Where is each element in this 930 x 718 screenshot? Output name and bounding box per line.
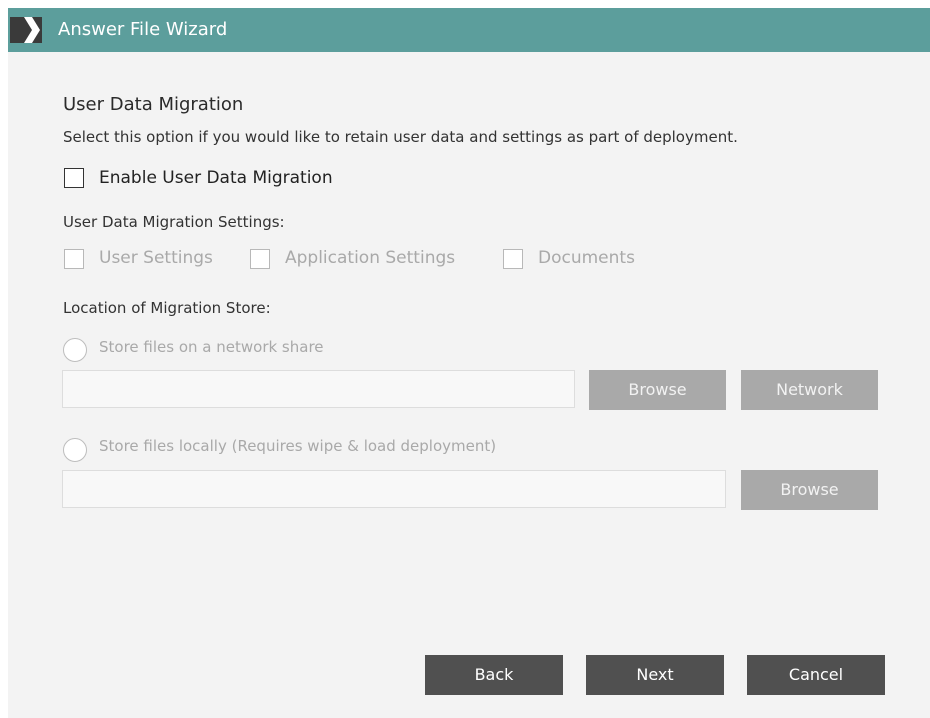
cancel-button[interactable]: Cancel [747,655,885,695]
network-path-input[interactable] [62,370,575,408]
network-browse-button[interactable]: Browse [589,370,726,410]
chevron-logo-icon [10,17,42,43]
application-settings-checkbox[interactable] [250,249,270,269]
wizard-window: Answer File Wizard User Data Migration S… [8,8,930,718]
title-bar: Answer File Wizard [8,8,930,52]
documents-label: Documents [538,248,635,268]
window-title: Answer File Wizard [58,19,228,40]
store-locally-label: Store files locally (Requires wipe & loa… [99,437,497,455]
enable-migration-checkbox[interactable] [64,168,84,188]
page-title: User Data Migration [63,94,244,115]
back-button[interactable]: Back [425,655,563,695]
application-settings-label: Application Settings [285,248,456,268]
local-path-input[interactable] [62,470,726,508]
network-button[interactable]: Network [741,370,878,410]
enable-migration-label[interactable]: Enable User Data Migration [99,168,333,188]
migration-settings-label: User Data Migration Settings: [63,213,285,231]
network-share-label: Store files on a network share [99,338,324,356]
page-description: Select this option if you would like to … [63,128,738,146]
documents-checkbox[interactable] [503,249,523,269]
network-share-radio[interactable] [63,338,87,362]
user-settings-checkbox[interactable] [64,249,84,269]
migration-store-location-label: Location of Migration Store: [63,299,271,317]
store-locally-radio[interactable] [63,438,87,462]
user-settings-label: User Settings [99,248,213,268]
next-button[interactable]: Next [586,655,724,695]
local-browse-button[interactable]: Browse [741,470,878,510]
